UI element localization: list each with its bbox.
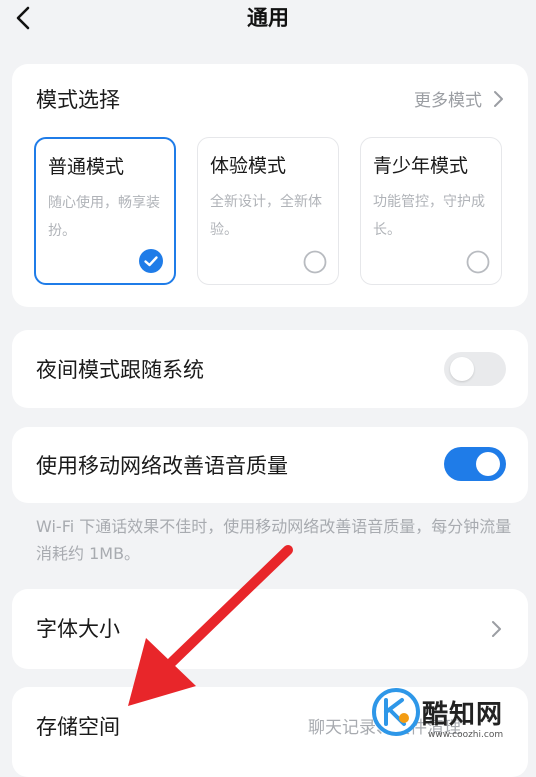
chevron-right-icon: [492, 621, 501, 637]
mode-selection-card: 模式选择 更多模式 普通模式 随心使用，畅享装扮。 体验模式 全新设计，全新体验…: [12, 64, 528, 307]
mode-option-experience[interactable]: 体验模式 全新设计，全新体验。: [197, 137, 339, 285]
radio-empty-icon: [466, 250, 490, 274]
voice-quality-label: 使用移动网络改善语音质量: [36, 454, 288, 478]
storage-label: 存储空间: [36, 715, 120, 739]
watermark-logo-icon: [372, 688, 420, 736]
header: 通用: [0, 0, 536, 48]
watermark-url: www.coozhi.com: [428, 730, 504, 740]
toggle-knob: [450, 357, 474, 381]
night-mode-label: 夜间模式跟随系统: [36, 358, 204, 382]
font-size-row[interactable]: 字体大小: [12, 589, 528, 669]
mode-option-desc: 功能管控，守护成长。: [373, 194, 485, 238]
mode-option-title: 普通模式: [48, 156, 125, 178]
mode-option-desc: 全新设计，全新体验。: [210, 194, 322, 238]
more-modes-link[interactable]: 更多模式: [414, 86, 504, 111]
toggle-knob: [476, 452, 500, 476]
voice-quality-toggle[interactable]: [444, 447, 506, 481]
check-circle-icon: [139, 249, 163, 273]
chevron-right-icon: [494, 90, 503, 107]
font-size-label: 字体大小: [36, 617, 120, 641]
mode-option-desc: 随心使用，畅享装扮。: [48, 195, 160, 239]
voice-quality-note: Wi-Fi 下通话效果不佳时，使用移动网络改善语音质量，每分钟流量消耗约 1MB…: [36, 517, 512, 563]
watermark-text: 酷知网: [422, 700, 504, 730]
night-mode-toggle[interactable]: [444, 352, 506, 386]
mode-option-teen[interactable]: 青少年模式 功能管控，守护成长。: [360, 137, 502, 285]
night-mode-row[interactable]: 夜间模式跟随系统: [12, 330, 528, 408]
mode-option-title: 青少年模式: [373, 155, 469, 177]
radio-empty-icon: [303, 250, 327, 274]
mode-option-title: 体验模式: [210, 155, 287, 177]
mode-option-normal[interactable]: 普通模式 随心使用，畅享装扮。: [34, 137, 176, 285]
mode-section-title: 模式选择: [36, 88, 120, 112]
voice-quality-row[interactable]: 使用移动网络改善语音质量: [12, 427, 528, 503]
more-modes-label: 更多模式: [414, 91, 482, 111]
page-title: 通用: [247, 6, 289, 30]
